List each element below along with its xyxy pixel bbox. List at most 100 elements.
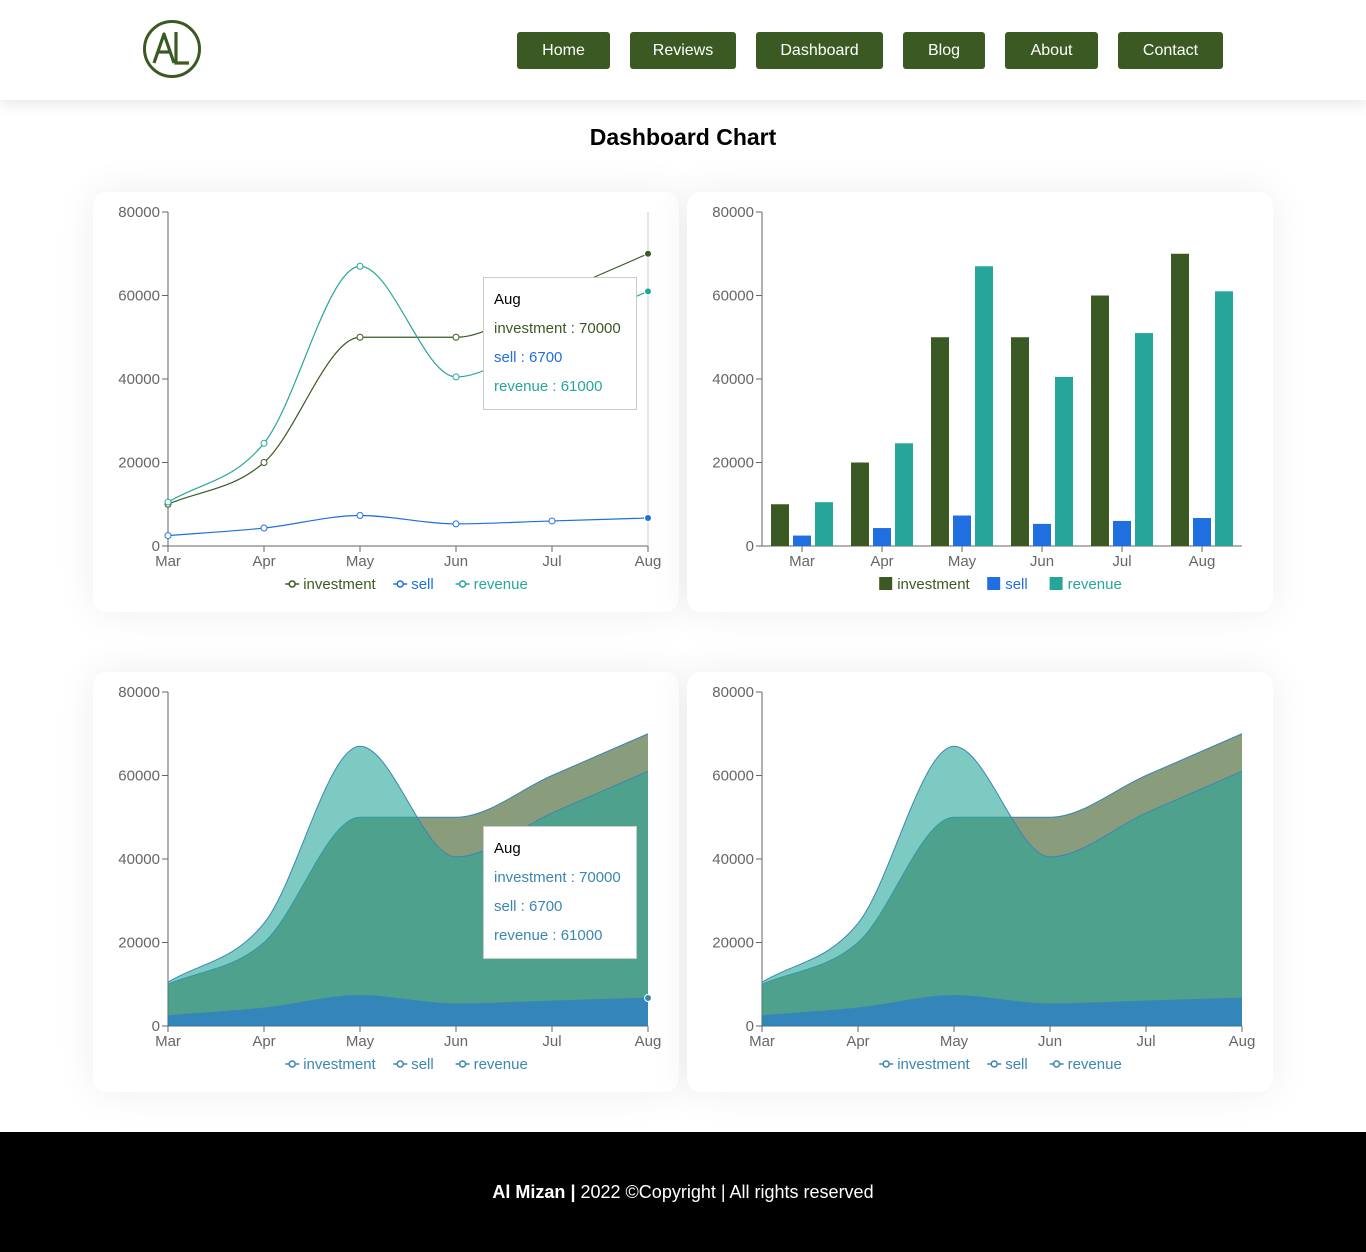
- legend-marker: [396, 1060, 404, 1068]
- legend-item-sell: sell: [987, 1056, 1028, 1073]
- bar: [1113, 520, 1131, 546]
- legend-marker: [990, 1060, 998, 1068]
- legend-item-revenue: revenue: [1049, 1056, 1122, 1073]
- x-tick-label: May: [346, 553, 375, 570]
- y-tick-label: 40000: [712, 851, 754, 868]
- bar: [793, 535, 811, 546]
- area-chart-2[interactable]: 020000400006000080000Mar Apr May Jun Jul Augi…: [687, 672, 1273, 1092]
- x-tick-label: Apr: [252, 553, 275, 570]
- legend-label: revenue: [474, 1056, 528, 1073]
- data-point: [452, 373, 460, 381]
- legend-marker: [288, 580, 296, 588]
- nav-about-button[interactable]: About: [1005, 32, 1098, 69]
- area-chart-card: 0 20000 40000 60000 80000 Mar Apr May Jun Jul Aug i…: [93, 672, 679, 1092]
- nav-home-button[interactable]: Home: [517, 32, 610, 69]
- legend-item-sell: sell: [987, 576, 1028, 593]
- data-point: [260, 439, 268, 447]
- legend-label: investment: [303, 576, 376, 593]
- data-point: [260, 459, 268, 466]
- y-tick-label: 40000: [118, 371, 160, 388]
- bar: [1135, 333, 1153, 546]
- legend-marker: [882, 1060, 890, 1068]
- bar: [953, 515, 971, 546]
- tooltip-investment: investment : 70000: [494, 320, 621, 337]
- bar: [1055, 376, 1073, 546]
- legend-marker: [288, 1060, 296, 1068]
- tooltip-title: Aug: [494, 840, 521, 857]
- data-point: [356, 262, 364, 270]
- legend-item-investment: investment: [879, 1056, 971, 1073]
- x-tick-label: Jun: [1030, 553, 1054, 570]
- x-tick-label: Mar: [749, 1033, 775, 1050]
- line-chart-tooltip: Aug investment : 70000 sell : 6700 reven…: [483, 277, 637, 410]
- x-tick-label: May: [948, 553, 977, 570]
- bar: [1193, 518, 1211, 546]
- y-tick-label: 40000: [118, 851, 160, 868]
- footer-copyright: 2022 ©Copyright | All rights reserved: [580, 1181, 874, 1202]
- legend-swatch: [1049, 577, 1063, 590]
- nav-reviews-button[interactable]: Reviews: [630, 32, 736, 69]
- legend-item-revenue: revenue: [455, 1056, 528, 1073]
- tooltip-sell: sell : 6700: [494, 898, 563, 915]
- bar: [851, 462, 869, 546]
- footer-separator: |: [570, 1181, 576, 1202]
- series-sell: [164, 512, 652, 540]
- bar: [1215, 291, 1233, 546]
- data-point: [452, 333, 460, 341]
- x-tick-label: Jul: [1112, 553, 1131, 570]
- nav-contact-button[interactable]: Contact: [1118, 32, 1223, 69]
- chart-legend: investment sell revenue: [285, 1056, 528, 1073]
- data-point: [452, 520, 460, 528]
- x-tick-label: Mar: [789, 553, 815, 570]
- nav-dashboard-button[interactable]: Dashboard: [756, 32, 883, 69]
- bar: [1171, 253, 1189, 546]
- footer-brand: Al Mizan: [492, 1181, 566, 1202]
- legend-item-sell: sell: [393, 576, 434, 593]
- legend-item-revenue: revenue: [1049, 576, 1122, 593]
- bar-chart[interactable]: 0 20000 40000 60000 80000 Mar Apr May Jun Jul Aug i…: [687, 192, 1273, 612]
- x-tick-label: Jul: [1136, 1033, 1155, 1050]
- site-header: Home Reviews Dashboard Blog About Contac…: [0, 0, 1366, 100]
- data-point: [164, 532, 172, 540]
- x-tick-label: Jul: [542, 553, 561, 570]
- legend-marker: [458, 580, 467, 588]
- legend-label: investment: [897, 576, 970, 593]
- x-tick-label: Mar: [155, 553, 181, 570]
- bar: [873, 528, 891, 546]
- legend-marker: [458, 1060, 467, 1068]
- legend-label: sell: [1005, 576, 1028, 593]
- legend-label: sell: [1005, 1056, 1028, 1073]
- data-point: [644, 514, 652, 523]
- tooltip-revenue: revenue : 61000: [494, 378, 603, 395]
- bar: [1011, 337, 1029, 546]
- bar: [815, 502, 833, 546]
- legend-swatch: [987, 577, 1001, 590]
- tooltip-revenue: revenue : 61000: [494, 927, 603, 944]
- x-tick-label: May: [346, 1033, 375, 1050]
- y-tick-label: 0: [746, 538, 754, 555]
- y-tick-label: 80000: [712, 684, 754, 701]
- tooltip-investment: investment : 70000: [494, 869, 621, 886]
- y-tick-label: 20000: [712, 935, 754, 952]
- data-point: [164, 498, 172, 506]
- legend-label: investment: [897, 1056, 970, 1073]
- legend-item-investment: investment: [285, 1056, 377, 1073]
- legend-marker: [396, 580, 404, 588]
- tooltip-title: Aug: [494, 291, 521, 308]
- bar: [931, 337, 949, 546]
- x-tick-label: Mar: [155, 1033, 181, 1050]
- x-tick-label: Jun: [1038, 1033, 1062, 1050]
- y-tick-label: 60000: [712, 288, 754, 305]
- legend-item-sell: sell: [393, 1056, 434, 1073]
- x-tick-label: Jun: [444, 553, 468, 570]
- y-tick-label: 80000: [712, 204, 754, 221]
- y-tick-label: 80000: [118, 684, 160, 701]
- nav-blog-button[interactable]: Blog: [903, 32, 985, 69]
- x-tick-label: Apr: [846, 1033, 869, 1050]
- y-tick-label: 60000: [118, 768, 160, 785]
- y-tick-label: 40000: [712, 371, 754, 388]
- legend-item-revenue: revenue: [455, 576, 528, 593]
- bar: [1091, 295, 1109, 546]
- data-point: [548, 517, 556, 525]
- area-chart-card-2: 0 20000 40000 60000 80000 Mar Apr May Jun Jul Aug i…: [687, 672, 1273, 1092]
